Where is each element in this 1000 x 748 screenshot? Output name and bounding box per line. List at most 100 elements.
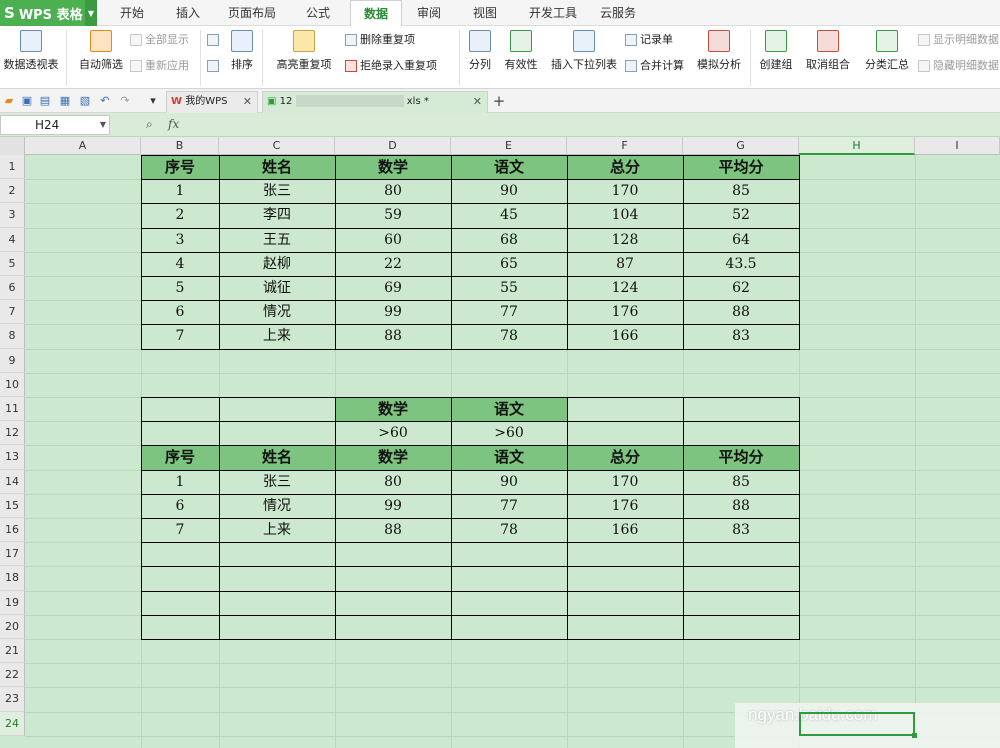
table-cell[interactable]: 7 bbox=[141, 518, 219, 542]
row-header-13[interactable]: 13 bbox=[0, 445, 25, 470]
column-header-D[interactable]: D bbox=[335, 137, 451, 155]
table-cell[interactable]: 65 bbox=[451, 252, 567, 276]
table-header-cell[interactable]: 序号 bbox=[141, 155, 219, 179]
show-detail-button[interactable]: 显示明细数据 bbox=[918, 31, 999, 49]
pivot-table-button[interactable]: 数据透视表 bbox=[2, 30, 60, 72]
tab-8[interactable]: 云服务 bbox=[590, 0, 646, 26]
table-cell[interactable]: 6 bbox=[141, 300, 219, 324]
close-icon[interactable]: ✕ bbox=[473, 92, 482, 112]
create-group-button[interactable]: 创建组 bbox=[757, 30, 795, 72]
table-cell[interactable] bbox=[141, 591, 219, 615]
row-header-24[interactable]: 24 bbox=[0, 711, 25, 736]
table-cell[interactable]: 4 bbox=[141, 252, 219, 276]
new-tab-plus-icon[interactable]: + bbox=[492, 94, 506, 109]
hide-detail-button[interactable]: 隐藏明细数据 bbox=[918, 57, 999, 75]
table-cell[interactable] bbox=[141, 542, 219, 566]
row-header-16[interactable]: 16 bbox=[0, 518, 25, 543]
column-header-A[interactable]: A bbox=[25, 137, 141, 155]
table-cell[interactable]: 166 bbox=[567, 324, 683, 348]
table-cell[interactable]: 166 bbox=[567, 518, 683, 542]
row-header-21[interactable]: 21 bbox=[0, 639, 25, 664]
row-header-7[interactable]: 7 bbox=[0, 300, 25, 325]
table-cell[interactable]: 李四 bbox=[219, 203, 335, 227]
zoom-magnifier-icon[interactable]: ⌕ bbox=[146, 117, 153, 132]
row-header-15[interactable]: 15 bbox=[0, 493, 25, 518]
table-header-cell[interactable]: 平均分 bbox=[683, 155, 799, 179]
table-cell[interactable]: 情况 bbox=[219, 494, 335, 518]
table-cell[interactable] bbox=[683, 542, 799, 566]
table-cell[interactable]: 80 bbox=[335, 470, 451, 494]
table-cell[interactable]: 170 bbox=[567, 470, 683, 494]
table-cell[interactable] bbox=[567, 591, 683, 615]
table-cell[interactable]: >60 bbox=[451, 421, 567, 445]
table-header-cell[interactable]: 数学 bbox=[335, 397, 451, 421]
table-cell[interactable] bbox=[219, 421, 335, 445]
table-cell[interactable] bbox=[335, 615, 451, 639]
row-header-17[interactable]: 17 bbox=[0, 542, 25, 567]
table-cell[interactable]: 王五 bbox=[219, 228, 335, 252]
row-header-19[interactable]: 19 bbox=[0, 590, 25, 615]
column-header-I[interactable]: I bbox=[915, 137, 1000, 155]
row-header-9[interactable]: 9 bbox=[0, 348, 25, 373]
table-cell[interactable] bbox=[141, 421, 219, 445]
table-cell[interactable]: 88 bbox=[335, 324, 451, 348]
row-header-11[interactable]: 11 bbox=[0, 397, 25, 422]
tab-0[interactable]: 开始 bbox=[106, 0, 158, 26]
table-cell[interactable]: 77 bbox=[451, 300, 567, 324]
print-icon[interactable]: ▦ bbox=[58, 94, 72, 108]
table-cell[interactable]: 83 bbox=[683, 324, 799, 348]
table-cell[interactable] bbox=[567, 566, 683, 590]
row-header-2[interactable]: 2 bbox=[0, 179, 25, 204]
table-cell[interactable]: 124 bbox=[567, 276, 683, 300]
table-cell[interactable]: 情况 bbox=[219, 300, 335, 324]
fill-handle[interactable] bbox=[912, 732, 917, 738]
table-cell[interactable]: 176 bbox=[567, 494, 683, 518]
reapply-button[interactable]: 重新应用 bbox=[130, 57, 189, 75]
what-if-analysis-button[interactable]: 模拟分析 bbox=[694, 30, 744, 72]
print-preview-icon[interactable]: ▧ bbox=[78, 94, 92, 108]
table-cell[interactable]: 59 bbox=[335, 203, 451, 227]
table-header-cell[interactable]: 语文 bbox=[451, 397, 567, 421]
insert-dropdown-list-button[interactable]: 插入下拉列表 bbox=[550, 30, 618, 72]
formula-input[interactable] bbox=[200, 115, 1000, 135]
fx-icon[interactable]: fx bbox=[168, 117, 179, 131]
ungroup-button[interactable]: 取消组合 bbox=[800, 30, 856, 72]
table-cell[interactable]: 99 bbox=[335, 494, 451, 518]
table-cell[interactable] bbox=[219, 591, 335, 615]
table-cell[interactable] bbox=[141, 566, 219, 590]
column-header-E[interactable]: E bbox=[451, 137, 567, 155]
table-cell[interactable] bbox=[335, 566, 451, 590]
column-header-H[interactable]: H bbox=[799, 137, 915, 155]
autofilter-button[interactable]: 自动筛选 bbox=[76, 30, 126, 72]
table-header-cell[interactable]: 平均分 bbox=[683, 445, 799, 469]
table-cell[interactable] bbox=[451, 615, 567, 639]
table-cell[interactable] bbox=[219, 615, 335, 639]
row-header-10[interactable]: 10 bbox=[0, 372, 25, 397]
table-cell[interactable]: >60 bbox=[335, 421, 451, 445]
table-header-cell[interactable]: 数学 bbox=[335, 155, 451, 179]
table-cell[interactable] bbox=[335, 542, 451, 566]
row-header-1[interactable]: 1 bbox=[0, 155, 25, 180]
table-cell[interactable] bbox=[567, 421, 683, 445]
table-cell[interactable]: 88 bbox=[335, 518, 451, 542]
table-header-cell[interactable]: 序号 bbox=[141, 445, 219, 469]
table-cell[interactable]: 77 bbox=[451, 494, 567, 518]
table-cell[interactable]: 赵柳 bbox=[219, 252, 335, 276]
table-cell[interactable]: 68 bbox=[451, 228, 567, 252]
table-cell[interactable]: 64 bbox=[683, 228, 799, 252]
validity-button[interactable]: 有效性 bbox=[498, 30, 544, 72]
table-cell[interactable] bbox=[683, 591, 799, 615]
save-icon[interactable]: ▣ bbox=[20, 94, 34, 108]
sort-button[interactable]: 排序 bbox=[228, 30, 256, 72]
table-cell[interactable]: 2 bbox=[141, 203, 219, 227]
table-cell[interactable]: 43.5 bbox=[683, 252, 799, 276]
customize-toolbar-icon[interactable]: ▾ bbox=[146, 94, 160, 108]
row-header-14[interactable]: 14 bbox=[0, 469, 25, 494]
tab-5[interactable]: 审阅 bbox=[406, 0, 452, 26]
tab-7[interactable]: 开发工具 bbox=[520, 0, 586, 26]
table-cell[interactable]: 5 bbox=[141, 276, 219, 300]
row-header-8[interactable]: 8 bbox=[0, 324, 25, 349]
table-cell[interactable]: 上来 bbox=[219, 518, 335, 542]
table-cell[interactable]: 诚征 bbox=[219, 276, 335, 300]
selected-cell-h24[interactable] bbox=[799, 711, 917, 738]
